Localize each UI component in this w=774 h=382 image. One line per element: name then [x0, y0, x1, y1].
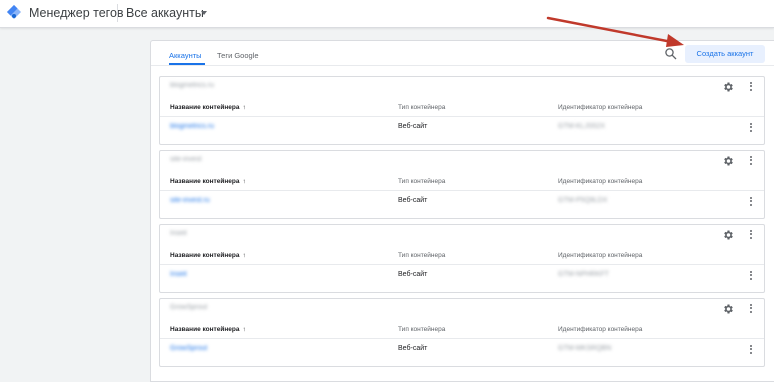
gtm-logo-icon[interactable]: [6, 4, 22, 20]
header-name-label: Название контейнера: [170, 252, 240, 259]
header-container-id: Идентификатор контейнера: [558, 178, 643, 185]
row-divider: [160, 190, 764, 191]
header-container-name[interactable]: Название контейнера ↑: [170, 252, 246, 259]
container-type: Веб-сайт: [398, 123, 428, 130]
more-vert-icon[interactable]: [749, 155, 753, 167]
header-name-label: Название контейнера: [170, 104, 240, 111]
annotation-arrow: [546, 16, 684, 47]
container-id: GTM-NPHRKFT: [558, 271, 609, 278]
container-link[interactable]: Inseit: [170, 271, 187, 278]
header-divider: [117, 4, 118, 22]
header-container-type: Тип контейнера: [398, 104, 446, 111]
account-name[interactable]: blogmetrics.ru: [170, 82, 214, 89]
tabs-divider: [151, 65, 774, 66]
account-selector[interactable]: Все аккаунты: [126, 6, 204, 20]
accounts-panel: Аккаунты Теги Google Создать аккаунт blo…: [150, 40, 774, 382]
more-vert-icon[interactable]: [749, 344, 753, 356]
account-name[interactable]: GrowSprout: [170, 304, 207, 311]
header-name-label: Название контейнера: [170, 178, 240, 185]
more-vert-icon[interactable]: [749, 196, 753, 208]
container-id: GTM-P5Q9LDX: [558, 197, 608, 204]
more-vert-icon[interactable]: [749, 229, 753, 241]
create-account-button[interactable]: Создать аккаунт: [685, 45, 765, 63]
account-card: site-invest Название контейнера ↑ Тип кон…: [159, 150, 765, 219]
account-name[interactable]: site-invest: [170, 156, 202, 163]
container-link[interactable]: GrowSprout: [170, 345, 207, 352]
gear-icon[interactable]: [722, 303, 734, 315]
account-card: Inseit Название контейнера ↑ Тип контейне…: [159, 224, 765, 293]
gear-icon[interactable]: [722, 155, 734, 167]
account-card: GrowSprout Название контейнера ↑ Тип конт…: [159, 298, 765, 367]
gear-icon[interactable]: [722, 81, 734, 93]
account-name[interactable]: Inseit: [170, 230, 187, 237]
more-vert-icon[interactable]: [749, 122, 753, 134]
arrow-upward-icon[interactable]: ↑: [242, 178, 245, 185]
header-container-name[interactable]: Название контейнера ↑: [170, 104, 246, 111]
arrow-upward-icon[interactable]: ↑: [242, 326, 245, 333]
app-title: Менеджер тегов: [29, 6, 124, 20]
arrow-upward-icon[interactable]: ↑: [242, 104, 245, 111]
account-card: blogmetrics.ru Название контейнера ↑ Тип …: [159, 76, 765, 145]
more-vert-icon[interactable]: [749, 270, 753, 282]
row-divider: [160, 338, 764, 339]
tab-accounts[interactable]: Аккаунты: [169, 51, 202, 60]
row-divider: [160, 264, 764, 265]
gear-icon[interactable]: [722, 229, 734, 241]
container-link[interactable]: site-invest.ru: [170, 197, 210, 204]
container-type: Веб-сайт: [398, 197, 428, 204]
header-container-type: Тип контейнера: [398, 326, 446, 333]
arrow-upward-icon[interactable]: ↑: [242, 252, 245, 259]
more-vert-icon[interactable]: [749, 81, 753, 93]
container-id: GTM-MKSRQBN: [558, 345, 612, 352]
header-container-type: Тип контейнера: [398, 252, 446, 259]
more-vert-icon[interactable]: [749, 303, 753, 315]
header-container-id: Идентификатор контейнера: [558, 104, 643, 111]
header-container-name[interactable]: Название контейнера ↑: [170, 326, 246, 333]
container-id: GTM-KLJS52X: [558, 123, 606, 130]
header-container-id: Идентификатор контейнера: [558, 326, 643, 333]
header-name-label: Название контейнера: [170, 326, 240, 333]
header-container-name[interactable]: Название контейнера ↑: [170, 178, 246, 185]
header-container-id: Идентификатор контейнера: [558, 252, 643, 259]
header-container-type: Тип контейнера: [398, 178, 446, 185]
container-type: Веб-сайт: [398, 345, 428, 352]
tab-google-tags[interactable]: Теги Google: [217, 51, 259, 60]
container-link[interactable]: blogmetrics.ru: [170, 123, 214, 130]
container-type: Веб-сайт: [398, 271, 428, 278]
chevron-down-icon[interactable]: [201, 11, 207, 15]
row-divider: [160, 116, 764, 117]
